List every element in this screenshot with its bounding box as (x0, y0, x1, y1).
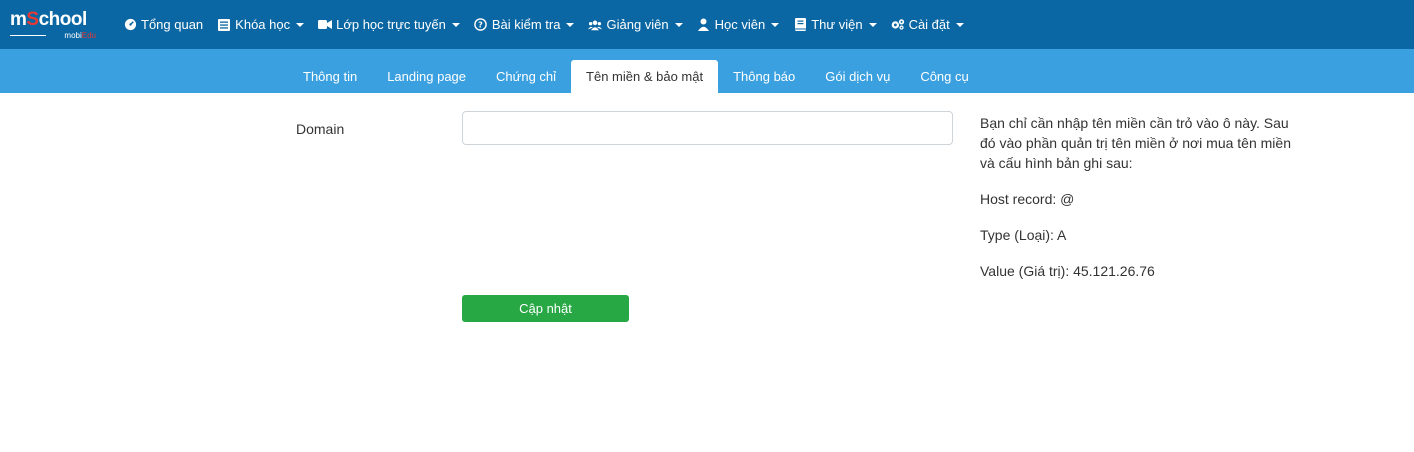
nav-item-lop-hoc-truc-tuyen[interactable]: Lớp học trực tuyến (311, 0, 467, 49)
book-icon (793, 18, 807, 32)
chevron-down-icon (771, 22, 780, 27)
chevron-down-icon (296, 22, 305, 27)
nav-item-khoa-hoc[interactable]: Khóa học (210, 0, 311, 49)
logo-underline (10, 34, 46, 36)
tab-thong-tin[interactable]: Thông tin (288, 60, 372, 93)
logo-subtitle: mobiEdu (64, 31, 96, 40)
nav-item-cai-dat[interactable]: Cài đặt (884, 0, 971, 49)
nav-item-label: Cài đặt (908, 17, 950, 32)
video-camera-icon (318, 18, 333, 32)
chevron-down-icon (955, 22, 964, 27)
logo-sub-prefix: mobi (64, 30, 82, 40)
logo-prefix: m (10, 8, 27, 30)
top-navbar: mSchool mobiEdu Tổng quan Khóa học Lớp h… (0, 0, 1414, 49)
update-button[interactable]: Cập nhật (462, 295, 629, 322)
instructions-intro: Bạn chỉ cần nhập tên miền cần trỏ vào ô … (980, 115, 1291, 171)
nav-item-bai-kiem-tra[interactable]: ? Bài kiểm tra (467, 0, 582, 49)
nav-item-label: Lớp học trực tuyến (336, 17, 446, 32)
logo-sub-accent: Edu (81, 30, 96, 40)
nav-item-label: Thư viện (811, 17, 863, 32)
question-circle-icon: ? (474, 18, 488, 32)
dashboard-icon (123, 18, 137, 32)
nav-item-label: Học viên (714, 17, 766, 32)
host-record-text: Host record: @ (980, 191, 1075, 207)
nav-item-label: Giảng viên (606, 17, 669, 32)
nav-item-hoc-vien[interactable]: Học viên (690, 0, 787, 49)
gears-icon (891, 18, 905, 32)
domain-input[interactable] (462, 111, 953, 145)
nav-item-label: Khóa học (235, 17, 291, 32)
mschool-logo[interactable]: mSchool mobiEdu (10, 7, 100, 43)
record-value-text: Value (Giá trị): 45.121.26.76 (980, 263, 1155, 279)
domain-settings-panel: Domain Cập nhật Bạn chỉ cần nhập tên miề… (0, 93, 1414, 452)
domain-label: Domain (296, 121, 345, 137)
logo-wordmark: mSchool (10, 9, 87, 31)
main-nav: Tổng quan Khóa học Lớp học trực tuyến ? … (116, 0, 971, 49)
tab-cong-cu[interactable]: Công cụ (905, 60, 983, 93)
dns-instructions: Bạn chỉ cần nhập tên miền cần trỏ vào ô … (980, 113, 1300, 297)
chevron-down-icon (451, 22, 460, 27)
tab-landing-page[interactable]: Landing page (372, 60, 481, 93)
chevron-down-icon (868, 22, 877, 27)
tab-thong-bao[interactable]: Thông báo (718, 60, 810, 93)
logo-accent: S (26, 8, 39, 30)
chevron-down-icon (566, 22, 575, 27)
tab-chung-chi[interactable]: Chứng chỉ (481, 60, 571, 93)
nav-item-thu-vien[interactable]: Thư viện (786, 0, 883, 49)
settings-tabs: Thông tin Landing page Chứng chỉ Tên miề… (288, 60, 984, 93)
logo-suffix: chool (38, 8, 88, 30)
chevron-down-icon (674, 22, 683, 27)
nav-item-label: Tổng quan (141, 17, 204, 32)
tab-goi-dich-vu[interactable]: Gói dịch vụ (810, 60, 905, 93)
svg-text:?: ? (479, 21, 484, 30)
record-type-text: Type (Loại): A (980, 227, 1067, 243)
tab-ten-mien-bao-mat[interactable]: Tên miền & bảo mật (571, 60, 719, 93)
settings-tabbar: Thông tin Landing page Chứng chỉ Tên miề… (0, 49, 1414, 93)
users-icon (588, 18, 603, 32)
nav-item-tong-quan[interactable]: Tổng quan (116, 0, 210, 49)
nav-item-label: Bài kiểm tra (491, 17, 561, 32)
list-icon (217, 18, 231, 32)
user-icon (697, 18, 711, 32)
nav-item-giang-vien[interactable]: Giảng viên (581, 0, 689, 49)
